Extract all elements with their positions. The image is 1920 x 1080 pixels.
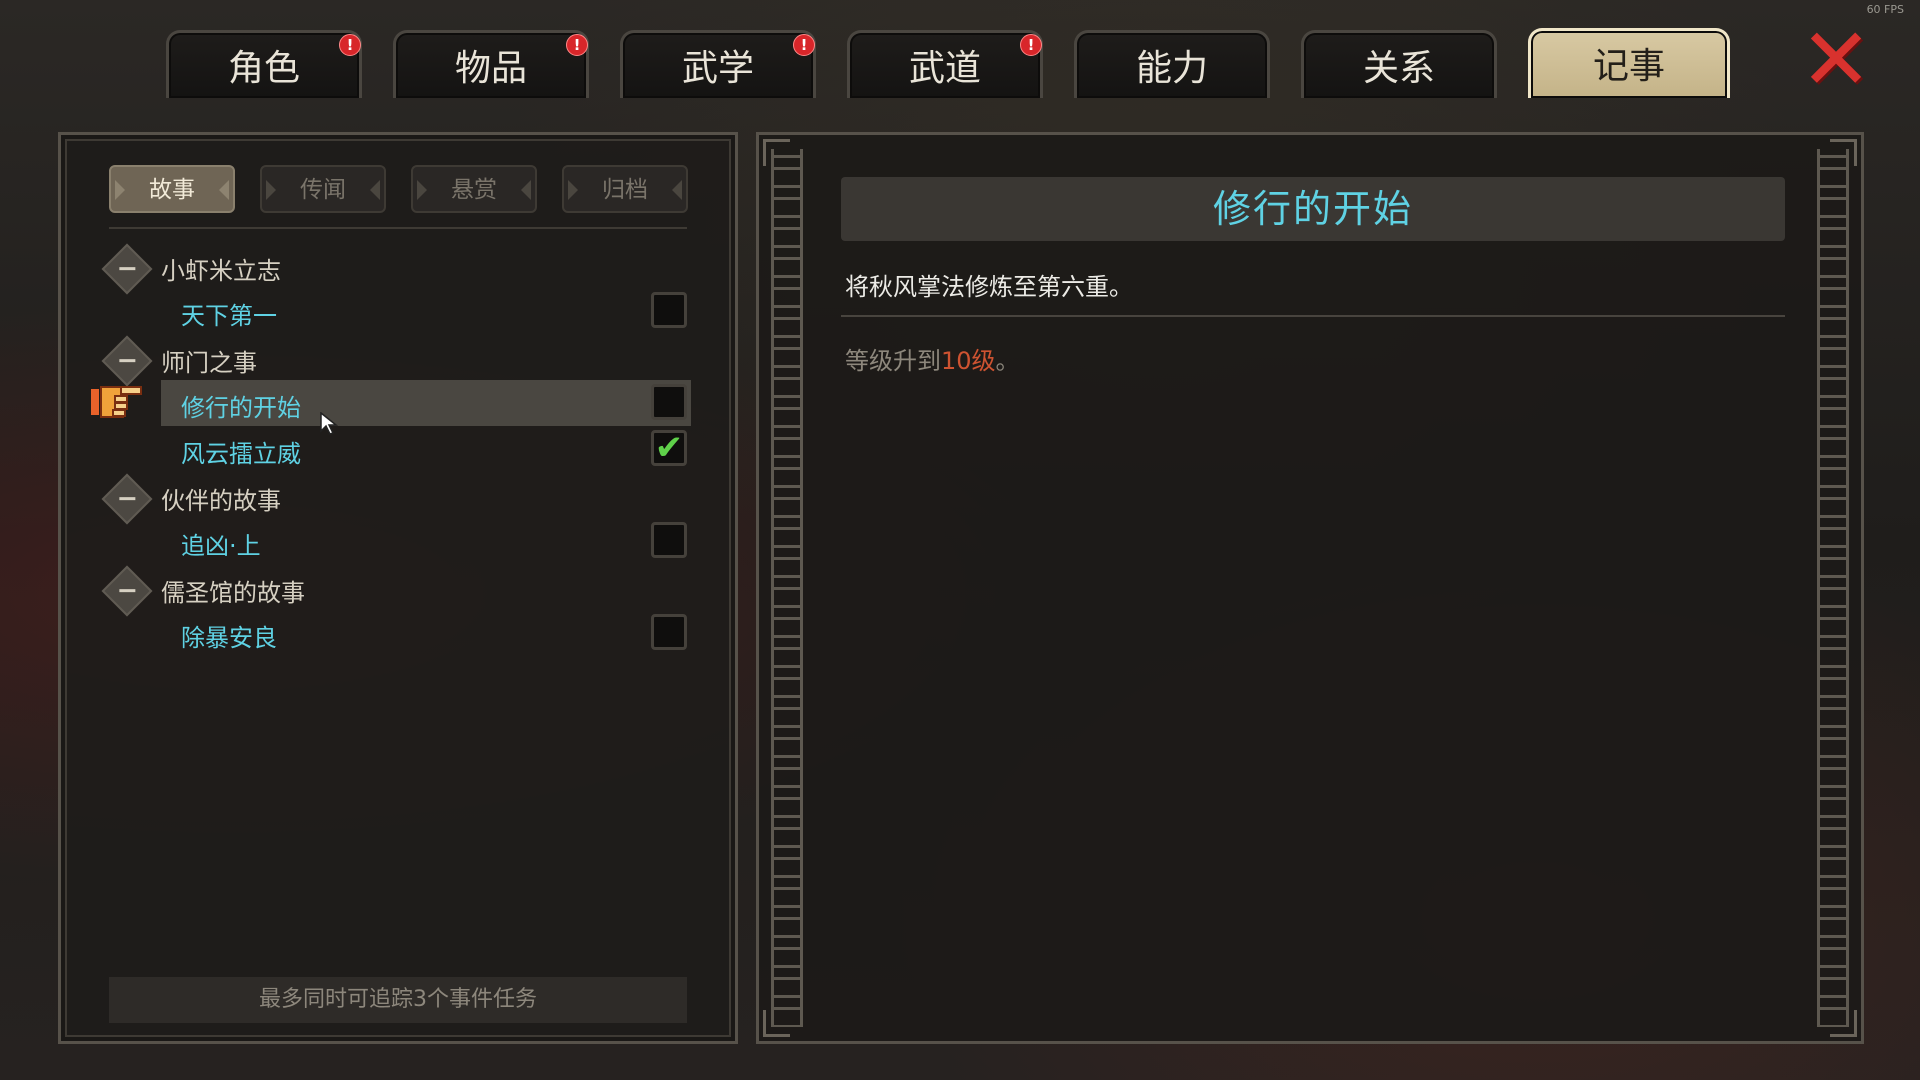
track-checkbox[interactable] bbox=[651, 384, 687, 420]
quest-label: 修行的开始 bbox=[181, 394, 301, 422]
track-checkbox-checked[interactable]: ✔ bbox=[651, 430, 687, 466]
track-checkbox[interactable] bbox=[651, 292, 687, 328]
tracking-limit-note: 最多同时可追踪3个事件任务 bbox=[109, 977, 687, 1023]
notification-badge: ! bbox=[1020, 34, 1042, 56]
tab-label: 关系 bbox=[1362, 48, 1435, 89]
track-checkbox[interactable] bbox=[651, 522, 687, 558]
quest-item[interactable]: 除暴安良 bbox=[161, 610, 691, 656]
notification-badge: ! bbox=[339, 34, 361, 56]
quest-label: 风云擂立威 bbox=[181, 440, 301, 468]
quest-requirement: 等级升到10级。 bbox=[845, 341, 1020, 376]
requirement-prefix: 等级升到 bbox=[845, 347, 941, 375]
tab-relations[interactable]: 关系 bbox=[1301, 30, 1497, 98]
corner-ornament bbox=[1830, 139, 1857, 166]
tab-character[interactable]: 角色 ! bbox=[166, 30, 362, 98]
quest-item-selected[interactable]: 修行的开始 bbox=[161, 380, 691, 426]
decorative-border bbox=[771, 149, 803, 1027]
tab-label: 武道 bbox=[908, 48, 981, 89]
quest-item[interactable]: 天下第一 bbox=[161, 288, 691, 334]
divider bbox=[841, 315, 1785, 317]
requirement-suffix: 。 bbox=[995, 347, 1020, 375]
quest-group-label: 伙伴的故事 bbox=[161, 487, 281, 515]
quest-item[interactable]: 风云擂立威 ✔ bbox=[161, 426, 691, 472]
tab-label: 能力 bbox=[1135, 48, 1208, 89]
quest-label: 除暴安良 bbox=[181, 624, 277, 652]
collapse-icon[interactable] bbox=[101, 243, 153, 295]
requirement-value: 10级 bbox=[941, 347, 996, 375]
quest-group-label: 小虾米立志 bbox=[161, 257, 281, 285]
close-icon: ✕ bbox=[1799, 10, 1873, 110]
quest-list-panel: 故事 传闻 悬赏 归档 小虾米立志 天下第一 师门之事 修行的开始 风云擂立威 … bbox=[58, 132, 738, 1044]
track-checkbox[interactable] bbox=[651, 614, 687, 650]
tab-label: 记事 bbox=[1592, 46, 1665, 87]
quest-item[interactable]: 追凶·上 bbox=[161, 518, 691, 564]
mouse-cursor-icon bbox=[320, 412, 339, 435]
subtab-rumors[interactable]: 传闻 bbox=[260, 165, 386, 213]
quest-label: 追凶·上 bbox=[181, 532, 261, 560]
quest-detail-panel: 修行的开始 将秋风掌法修炼至第六重。 等级升到10级。 bbox=[756, 132, 1864, 1044]
tab-items[interactable]: 物品 ! bbox=[393, 30, 589, 98]
quest-label: 天下第一 bbox=[181, 302, 277, 330]
quest-group-label: 师门之事 bbox=[161, 349, 257, 377]
tab-label: 角色 bbox=[227, 48, 300, 89]
divider bbox=[109, 227, 687, 229]
pointing-hand-icon bbox=[91, 383, 143, 419]
corner-ornament bbox=[763, 139, 790, 166]
tab-abilities[interactable]: 能力 bbox=[1074, 30, 1270, 98]
corner-ornament bbox=[763, 1010, 790, 1037]
subtab-bounty[interactable]: 悬赏 bbox=[411, 165, 537, 213]
quest-title: 修行的开始 bbox=[841, 177, 1785, 241]
check-icon: ✔ bbox=[654, 428, 684, 468]
collapse-icon[interactable] bbox=[101, 335, 153, 387]
corner-ornament bbox=[1830, 1010, 1857, 1037]
notification-badge: ! bbox=[566, 34, 588, 56]
close-button[interactable]: ✕ bbox=[1799, 17, 1873, 103]
quest-description: 将秋风掌法修炼至第六重。 bbox=[845, 273, 1133, 301]
subtab-story[interactable]: 故事 bbox=[109, 165, 235, 213]
quest-group-label: 儒圣馆的故事 bbox=[161, 579, 305, 607]
collapse-icon[interactable] bbox=[101, 565, 153, 617]
notification-badge: ! bbox=[793, 34, 815, 56]
fps-counter: 60 FPS bbox=[1866, 3, 1904, 16]
decorative-border bbox=[1817, 149, 1849, 1027]
tab-label: 物品 bbox=[454, 48, 527, 89]
tab-label: 武学 bbox=[681, 48, 754, 89]
subtab-archive[interactable]: 归档 bbox=[562, 165, 688, 213]
tab-martial-path[interactable]: 武道 ! bbox=[847, 30, 1043, 98]
collapse-icon[interactable] bbox=[101, 473, 153, 525]
tab-martial-arts[interactable]: 武学 ! bbox=[620, 30, 816, 98]
tab-journal[interactable]: 记事 bbox=[1528, 28, 1730, 98]
